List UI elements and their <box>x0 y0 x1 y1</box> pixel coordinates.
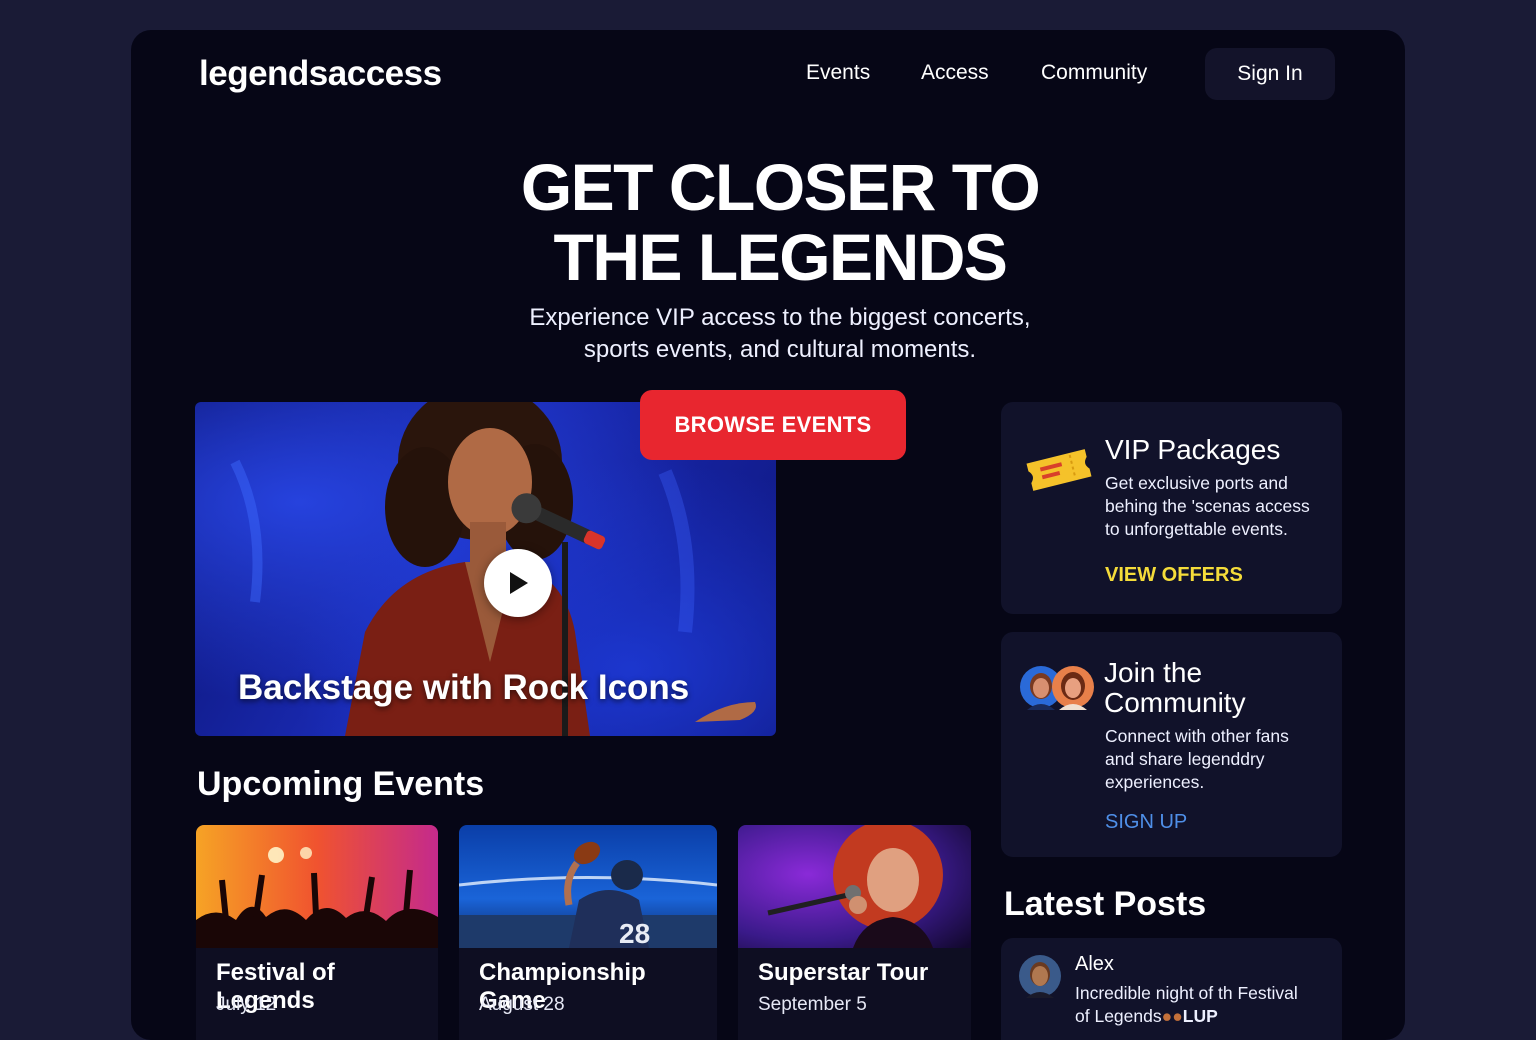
post-item[interactable]: Alex Incredible night of th Festival of … <box>1001 938 1342 1040</box>
event-date: September 5 <box>758 994 867 1015</box>
vip-description-line-2: behing the 'scenas access <box>1105 496 1310 516</box>
latest-posts-heading: Latest Posts <box>1004 885 1207 923</box>
hero-subtitle-line-2: sports events, and cultural moments. <box>583 336 977 363</box>
community-title-line-2: Community <box>1104 687 1246 718</box>
community-description-line-2: and share legenddry <box>1105 749 1265 769</box>
community-description: Connect with other fans and share legend… <box>1105 725 1289 794</box>
emoji-icon: ● <box>1161 1006 1173 1026</box>
emoji-icon: ● <box>1172 1006 1183 1026</box>
post-text-tail: LUP <box>1182 1006 1218 1026</box>
football-image: 28 <box>459 825 717 948</box>
video-title: Backstage with Rock Icons <box>238 668 690 707</box>
festival-image <box>196 825 438 948</box>
play-button[interactable] <box>484 549 552 617</box>
ticket-icon <box>1026 449 1092 491</box>
avatar <box>1019 955 1061 998</box>
event-card[interactable]: Festival of Legends July 12 <box>196 825 438 1040</box>
community-card: Join the Community Connect with other fa… <box>1001 632 1342 857</box>
superstar-image <box>738 825 971 948</box>
event-card[interactable]: Superstar Tour September 5 <box>738 825 971 1040</box>
hero-title-line-2: THE LEGENDS <box>553 220 1008 294</box>
community-description-line-1: Connect with other fans <box>1105 726 1289 746</box>
vip-description: Get exclusive ports and behing the 'scen… <box>1105 472 1310 541</box>
post-text-line-2: of Legends●●LUP <box>1075 1005 1298 1028</box>
browse-events-button[interactable]: BROWSE EVENTS <box>640 390 906 460</box>
sign-up-link[interactable]: SIGN UP <box>1105 811 1187 834</box>
svg-text:28: 28 <box>619 918 650 948</box>
hero-title-line-1: GET CLOSER TO <box>520 150 1041 224</box>
sign-in-button[interactable]: Sign In <box>1205 48 1335 100</box>
post-author: Alex <box>1075 953 1114 975</box>
community-description-line-3: experiences. <box>1105 772 1205 792</box>
event-date: August 28 <box>479 994 565 1015</box>
site-logo[interactable]: legendsaccess <box>199 54 442 94</box>
view-offers-link[interactable]: VIEW OFFERS <box>1105 564 1243 587</box>
play-icon <box>510 572 528 594</box>
nav-community[interactable]: Community <box>1041 61 1147 85</box>
nav-access[interactable]: Access <box>921 61 989 85</box>
post-text-line-2-start: of Legends <box>1075 1006 1162 1026</box>
hero-subtitle: Experience VIP access to the biggest con… <box>131 302 1405 366</box>
post-text-line-1: Incredible night of th Festival <box>1075 983 1298 1003</box>
vip-title: VIP Packages <box>1105 434 1281 465</box>
avatar-icon <box>1020 666 1094 710</box>
hero-title: GET CLOSER TO THE LEGENDS <box>131 152 1405 292</box>
event-card[interactable]: 28 Championship Game August 28 <box>459 825 717 1040</box>
vip-packages-card: VIP Packages Get exclusive ports and beh… <box>1001 402 1342 614</box>
vip-description-line-1: Get exclusive ports and <box>1105 473 1288 493</box>
event-name: Superstar Tour <box>758 959 929 986</box>
post-text: Incredible night of th Festival of Legen… <box>1075 982 1298 1028</box>
nav-events[interactable]: Events <box>806 61 870 85</box>
event-date: July 12 <box>216 994 277 1015</box>
app-frame: legendsaccess Events Access Community Si… <box>131 30 1405 1040</box>
vip-description-line-3: to unforgettable events. <box>1105 519 1288 539</box>
community-title-line-1: Join the <box>1104 657 1203 688</box>
hero-subtitle-line-1: Experience VIP access to the biggest con… <box>529 304 1031 331</box>
upcoming-events-heading: Upcoming Events <box>197 765 485 803</box>
community-title: Join the Community <box>1104 658 1246 718</box>
